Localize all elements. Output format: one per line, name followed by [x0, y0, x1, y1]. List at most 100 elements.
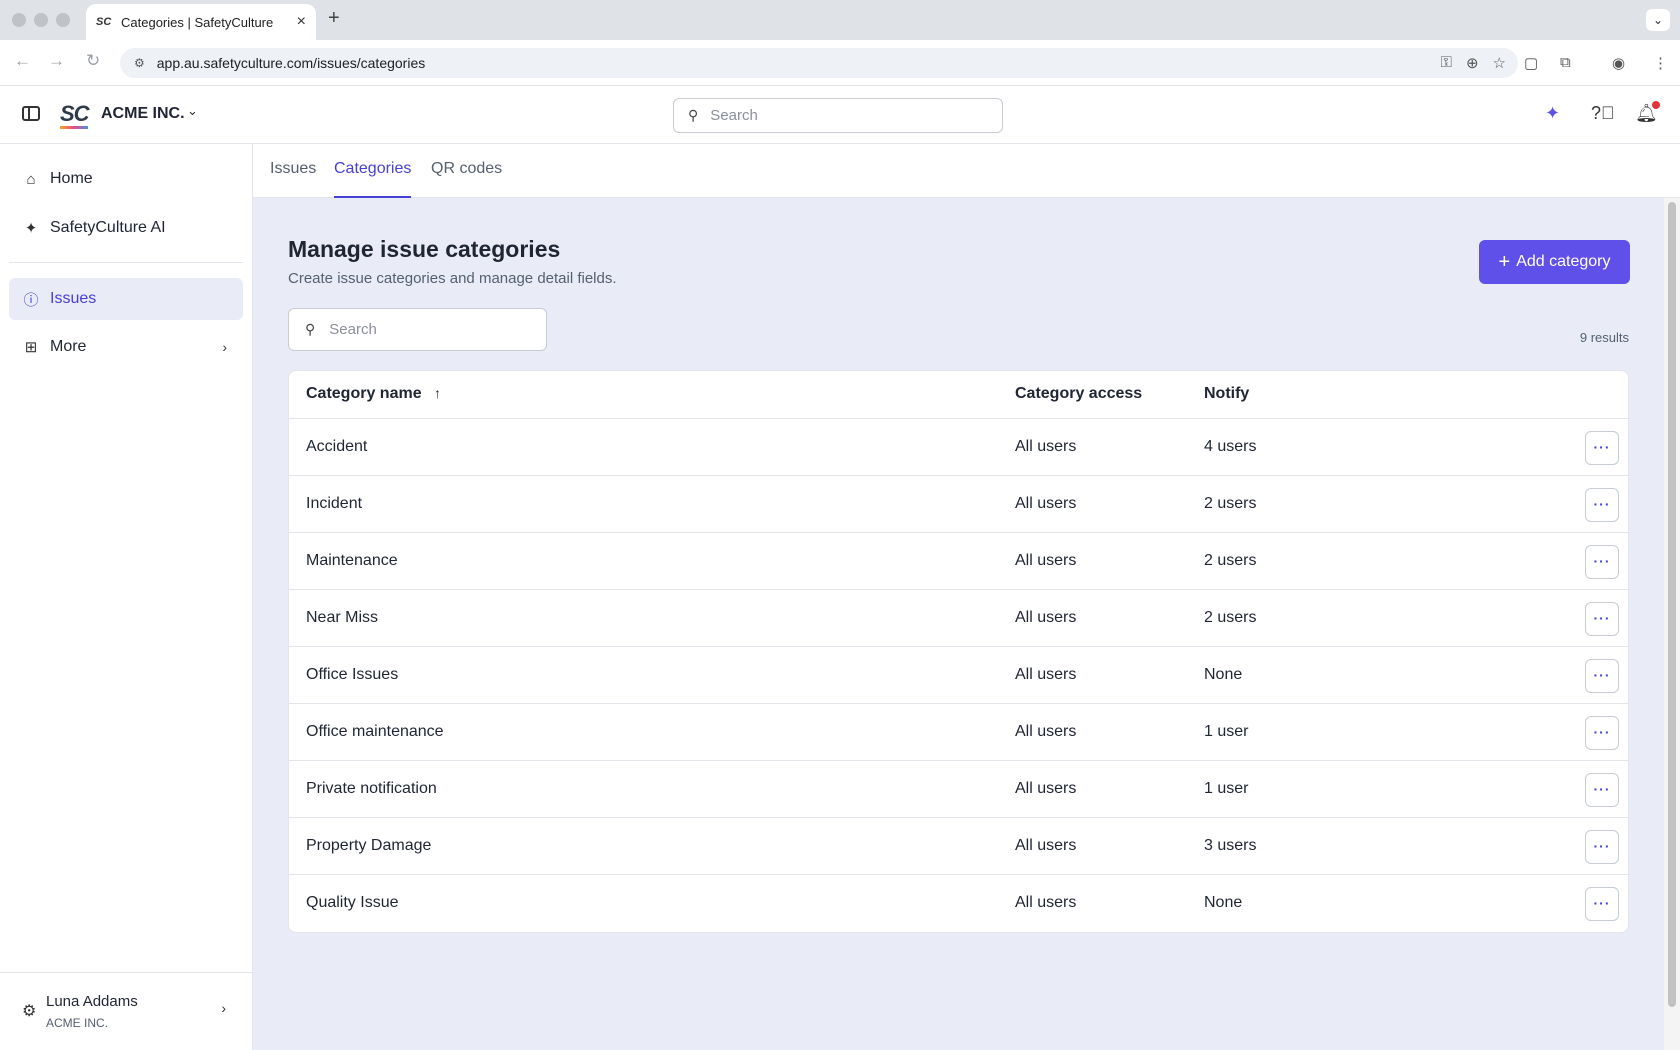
- sort-arrow-up-icon: ↑: [434, 385, 442, 401]
- issues-subtabs: Issues Categories QR codes: [253, 144, 1680, 198]
- table-row[interactable]: Incident All users 2 users ···: [289, 476, 1628, 533]
- safetyculture-favicon-icon: SC: [96, 16, 112, 28]
- tab-search-chevron-icon[interactable]: ⌄: [1646, 9, 1670, 31]
- table-row[interactable]: Near Miss All users 2 users ···: [289, 590, 1628, 647]
- category-name-cell: Accident: [306, 438, 368, 455]
- gear-icon: ⚙: [22, 1003, 37, 1020]
- page-title: Manage issue categories: [288, 236, 561, 262]
- tab-categories[interactable]: Categories: [334, 160, 412, 198]
- browser-menu-icon[interactable]: ⋮: [1653, 54, 1668, 72]
- extensions-icon[interactable]: ⧉: [1560, 54, 1571, 71]
- category-access-cell: All users: [1015, 495, 1077, 512]
- notification-badge: [1652, 101, 1660, 109]
- notify-cell: 3 users: [1204, 837, 1257, 854]
- tab-title: Categories | SafetyCulture: [121, 14, 274, 30]
- category-name-cell: Office Issues: [306, 666, 399, 683]
- search-icon: ⚲: [305, 321, 316, 337]
- notify-cell: None: [1204, 666, 1243, 683]
- column-header-notify: Notify: [1204, 385, 1250, 402]
- window-maximize-button[interactable]: [56, 13, 70, 27]
- category-name-cell: Incident: [306, 495, 363, 512]
- column-header-category-name[interactable]: Category name ↑: [306, 385, 441, 403]
- category-access-cell: All users: [1015, 666, 1077, 683]
- sparkle-icon: ✦: [24, 220, 38, 237]
- site-info-icon[interactable]: ⚙: [134, 56, 145, 70]
- more-options-button[interactable]: ···: [1585, 431, 1619, 465]
- window-minimize-button[interactable]: [34, 13, 48, 27]
- more-options-button[interactable]: ···: [1585, 830, 1619, 864]
- address-bar[interactable]: ⚙ app.au.safetyculture.com/issues/catego…: [120, 48, 1518, 78]
- table-row[interactable]: Office maintenance All users 1 user ···: [289, 704, 1628, 761]
- sidebar-item-issues[interactable]: ⓘ Issues: [9, 278, 243, 320]
- global-search-input[interactable]: ⚲ Search: [673, 98, 1003, 133]
- table-row[interactable]: Accident All users 4 users ···: [289, 419, 1628, 476]
- more-options-button[interactable]: ···: [1585, 545, 1619, 579]
- notify-cell: 1 user: [1204, 723, 1249, 740]
- table-row[interactable]: Quality Issue All users None ···: [289, 875, 1628, 932]
- more-options-button[interactable]: ···: [1585, 773, 1619, 807]
- password-key-icon[interactable]: ⚿: [1441, 54, 1452, 72]
- sidebar-item-more[interactable]: ⊞ More ›: [9, 326, 243, 368]
- more-options-button[interactable]: ···: [1585, 716, 1619, 750]
- sidebar-item-label: SafetyCulture AI: [50, 219, 166, 236]
- new-tab-icon[interactable]: +: [328, 7, 340, 30]
- bookmark-star-icon[interactable]: ☆: [1493, 54, 1506, 72]
- reload-icon[interactable]: ↻: [86, 51, 100, 71]
- sidebar: ⌂ Home ✦ SafetyCulture AI ⓘ Issues ⊞ Mor…: [0, 144, 253, 1050]
- table-row[interactable]: Maintenance All users 2 users ···: [289, 533, 1628, 590]
- category-access-cell: All users: [1015, 609, 1077, 626]
- window-close-button[interactable]: [12, 13, 26, 27]
- category-access-cell: All users: [1015, 837, 1077, 854]
- back-arrow-icon[interactable]: ←: [14, 51, 31, 71]
- search-icon: ⚲: [688, 107, 699, 123]
- sidebar-item-label: Issues: [50, 290, 97, 307]
- category-access-cell: All users: [1015, 723, 1077, 740]
- categories-table: Category name ↑ Category access Notify A…: [288, 370, 1629, 933]
- scrollbar-thumb[interactable]: [1668, 202, 1676, 1007]
- column-header-label: Category name: [306, 385, 422, 402]
- more-options-button[interactable]: ···: [1585, 602, 1619, 636]
- profile-icon[interactable]: ◉: [1612, 54, 1625, 72]
- close-tab-icon[interactable]: ×: [297, 13, 306, 31]
- app-header: SC ACME INC. ⌄ ⚲ Search ✦ ?⃝ 🔔︎: [0, 86, 1680, 144]
- ai-sparkle-icon[interactable]: ✦: [1545, 103, 1560, 124]
- table-row[interactable]: Office Issues All users None ···: [289, 647, 1628, 704]
- screen-capture-icon[interactable]: ▢: [1524, 54, 1538, 72]
- category-name-cell: Office maintenance: [306, 723, 444, 740]
- user-menu[interactable]: ⚙ Luna Addams ACME INC. ›: [0, 972, 252, 1050]
- safetyculture-logo[interactable]: SC: [60, 101, 90, 127]
- more-options-button[interactable]: ···: [1585, 887, 1619, 921]
- chevron-down-icon[interactable]: ⌄: [187, 103, 198, 119]
- browser-toolbar: ← → ↻ ⚙ app.au.safetyculture.com/issues/…: [0, 40, 1680, 86]
- main-content: Manage issue categories Create issue cat…: [253, 198, 1664, 1050]
- browser-tab[interactable]: SC Categories | SafetyCulture ×: [86, 4, 316, 40]
- help-icon[interactable]: ?⃝: [1591, 103, 1615, 124]
- sidebar-item-label: More: [50, 338, 87, 355]
- global-search-placeholder: Search: [710, 107, 758, 124]
- table-row[interactable]: Private notification All users 1 user ···: [289, 761, 1628, 818]
- more-options-button[interactable]: ···: [1585, 659, 1619, 693]
- org-switcher[interactable]: ACME INC.: [101, 105, 185, 123]
- sidebar-item-safetyculture-ai[interactable]: ✦ SafetyCulture AI: [9, 207, 243, 249]
- tab-qr-codes[interactable]: QR codes: [431, 160, 502, 198]
- table-row[interactable]: Property Damage All users 3 users ···: [289, 818, 1628, 875]
- add-category-button[interactable]: + Add category: [1479, 240, 1630, 284]
- category-name-cell: Maintenance: [306, 552, 398, 569]
- page-scrollbar[interactable]: [1664, 198, 1680, 1050]
- url-text: app.au.safetyculture.com/issues/categori…: [156, 55, 426, 71]
- user-org: ACME INC.: [46, 1016, 109, 1030]
- issue-icon: ⓘ: [23, 291, 39, 309]
- sidebar-toggle-icon[interactable]: [22, 106, 40, 121]
- notify-cell: 1 user: [1204, 780, 1249, 797]
- category-search-input[interactable]: ⚲ Search: [288, 308, 547, 351]
- forward-arrow-icon[interactable]: →: [48, 51, 65, 71]
- user-name: Luna Addams: [46, 993, 138, 1010]
- tab-issues[interactable]: Issues: [270, 160, 316, 198]
- grid-icon: ⊞: [24, 339, 38, 356]
- zoom-icon[interactable]: ⊕: [1466, 54, 1479, 72]
- sidebar-item-home[interactable]: ⌂ Home: [9, 158, 243, 200]
- browser-tabbar: SC Categories | SafetyCulture × + ⌄: [0, 0, 1680, 40]
- column-header-category-access: Category access: [1015, 385, 1143, 402]
- more-options-button[interactable]: ···: [1585, 488, 1619, 522]
- add-category-label: Add category: [1516, 253, 1611, 270]
